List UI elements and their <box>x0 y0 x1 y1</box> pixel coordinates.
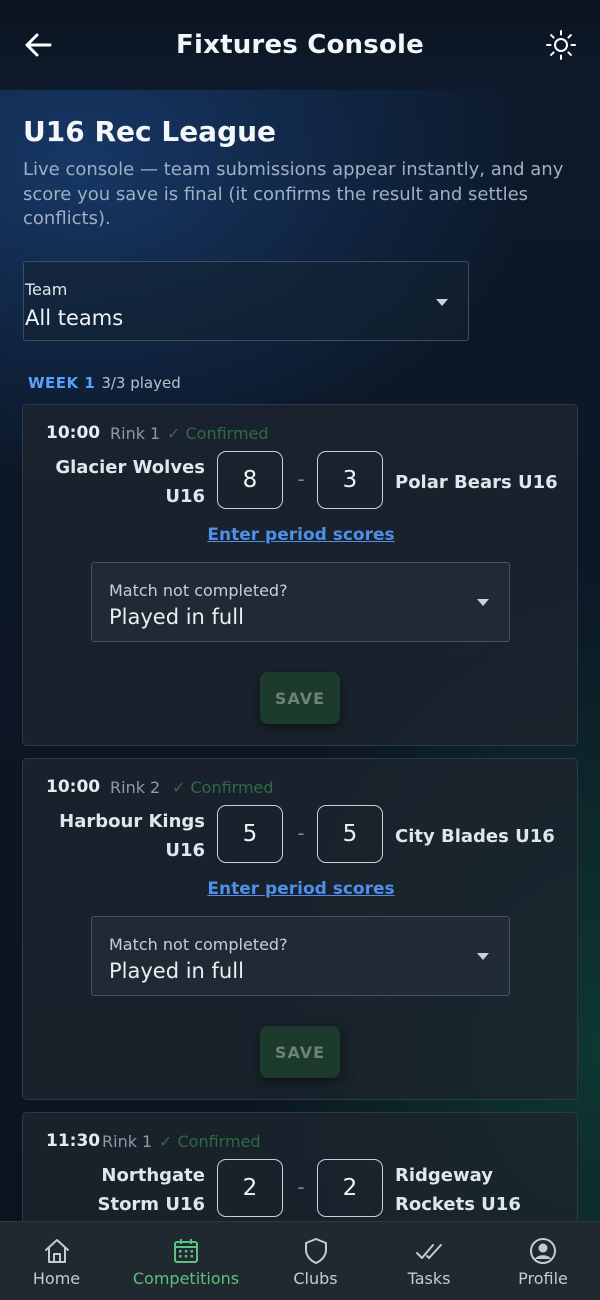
home-team-name: Harbour Kings U16 <box>35 807 205 865</box>
home-team-line: U16 <box>165 840 205 861</box>
bottom-navigation: Home Competitions Clubs Tasks Profile <box>0 1221 600 1300</box>
fixture-rink: Rink 1 <box>102 1132 153 1151</box>
home-team-line: Storm U16 <box>97 1194 206 1215</box>
home-score-input[interactable]: 5 <box>217 805 283 863</box>
status-badge: ✓ Confirmed <box>159 1132 261 1151</box>
status-badge: ✓ Confirmed <box>167 424 269 443</box>
away-score-input[interactable]: 3 <box>317 451 383 509</box>
away-team-name: Ridgeway Rockets U16 <box>395 1161 565 1219</box>
fixture-card: 10:00 Rink 1 ✓ Confirmed Glacier Wolves … <box>22 404 578 746</box>
calendar-icon <box>174 1239 198 1263</box>
away-team-line: Rockets U16 <box>395 1194 521 1215</box>
chevron-down-icon <box>477 953 489 960</box>
double-check-icon <box>416 1244 442 1259</box>
chevron-down-icon <box>477 599 489 606</box>
team-filter-select[interactable]: Team All teams <box>23 261 469 341</box>
nav-item-label: Home <box>32 1269 81 1288</box>
home-team-line: Harbour Kings <box>59 811 205 832</box>
fixture-rink: Rink 1 <box>110 424 161 443</box>
away-team-line: Ridgeway <box>395 1165 493 1186</box>
nav-item-home[interactable]: Home <box>0 1222 113 1300</box>
home-team-line: U16 <box>165 486 205 507</box>
page-title: Fixtures Console <box>176 30 424 60</box>
match-completion-select[interactable]: Match not completed? Played in full <box>91 562 510 642</box>
enter-period-scores-link[interactable]: Enter period scores <box>23 525 579 545</box>
away-team-name: Polar Bears U16 <box>395 468 565 497</box>
team-filter-value: All teams <box>25 306 124 330</box>
arrow-left-icon[interactable] <box>22 28 56 62</box>
league-description: Live console — team submissions appear i… <box>23 159 564 229</box>
nav-item-label: Clubs <box>293 1269 338 1288</box>
fixture-time: 10:00 <box>46 423 101 443</box>
away-team-name: City Blades U16 <box>395 822 565 851</box>
nav-item-label: Profile <box>518 1269 568 1288</box>
home-team-name: Glacier Wolves U16 <box>35 453 205 511</box>
match-completion-select[interactable]: Match not completed? Played in full <box>91 916 510 996</box>
nav-item-profile[interactable]: Profile <box>486 1222 600 1300</box>
week-played-count: 3/3 played <box>101 374 181 392</box>
match-completion-label: Match not completed? <box>109 581 288 600</box>
match-completion-value: Played in full <box>109 959 244 983</box>
chevron-down-icon <box>436 299 448 306</box>
away-team-line: Polar Bears U16 <box>395 472 558 493</box>
score-separator: - <box>297 467 305 491</box>
fixture-card: 10:00 Rink 2 ✓ Confirmed Harbour Kings U… <box>22 758 578 1100</box>
team-filter-label: Team <box>25 280 68 299</box>
home-icon <box>44 1239 69 1263</box>
status-badge: ✓ Confirmed <box>172 778 274 797</box>
home-team-name: Northgate Storm U16 <box>35 1161 206 1219</box>
profile-icon <box>530 1238 556 1264</box>
shield-icon <box>304 1238 327 1264</box>
fixture-rink: Rink 2 <box>110 778 161 797</box>
away-score-input[interactable]: 5 <box>317 805 383 863</box>
fixture-time: 10:00 <box>46 777 101 797</box>
nav-item-clubs[interactable]: Clubs <box>259 1222 372 1300</box>
sun-icon[interactable] <box>544 28 578 62</box>
nav-item-competitions[interactable]: Competitions <box>113 1222 259 1300</box>
score-separator: - <box>297 1175 305 1199</box>
match-completion-label: Match not completed? <box>109 935 288 954</box>
top-app-bar: Fixtures Console <box>0 0 600 90</box>
nav-item-tasks[interactable]: Tasks <box>372 1222 486 1300</box>
nav-item-label: Tasks <box>407 1269 451 1288</box>
enter-period-scores-link[interactable]: Enter period scores <box>23 879 579 899</box>
match-completion-value: Played in full <box>109 605 244 629</box>
score-separator: - <box>297 821 305 845</box>
home-team-line: Northgate <box>101 1165 205 1186</box>
week-label: WEEK 1 <box>28 374 96 392</box>
home-score-input[interactable]: 8 <box>217 451 283 509</box>
home-team-line: Glacier Wolves <box>55 457 205 478</box>
save-button[interactable]: SAVE <box>260 672 340 724</box>
week-heading: WEEK 1 3/3 played <box>28 374 181 392</box>
league-title: U16 Rec League <box>23 115 277 148</box>
away-team-line: City Blades U16 <box>395 826 555 847</box>
fixture-time: 11:30 <box>46 1131 101 1151</box>
home-score-input[interactable]: 2 <box>217 1159 283 1217</box>
away-score-input[interactable]: 2 <box>317 1159 383 1217</box>
nav-item-label: Competitions <box>132 1269 240 1288</box>
save-button[interactable]: SAVE <box>260 1026 340 1078</box>
